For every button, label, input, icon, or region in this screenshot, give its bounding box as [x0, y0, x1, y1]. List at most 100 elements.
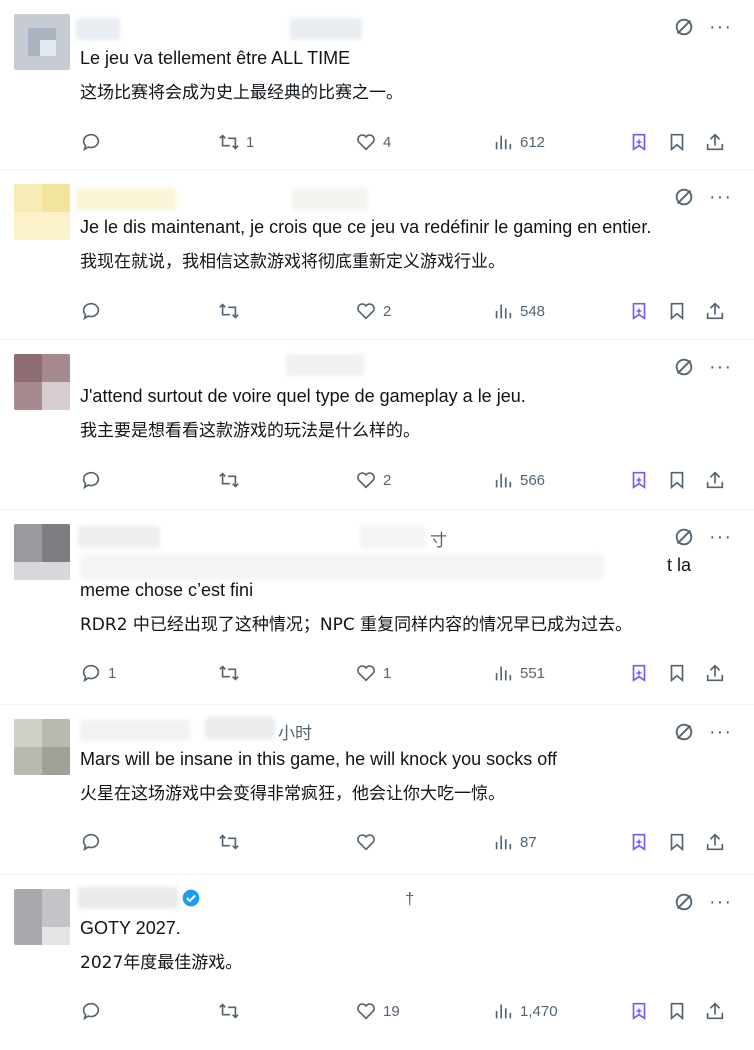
more-icon[interactable]: ···	[709, 356, 732, 378]
grok-analyze-button[interactable]	[628, 831, 650, 853]
username-blurred[interactable]	[78, 887, 178, 909]
tweet[interactable]: 寸 ··· t la meme chose c’est fini RDR2 中已…	[0, 510, 754, 705]
more-icon[interactable]: ···	[709, 16, 732, 38]
reply-button[interactable]	[80, 831, 102, 853]
like-button[interactable]: 2	[355, 300, 391, 322]
share-icon	[706, 833, 724, 851]
grok-analyze-button[interactable]	[628, 662, 650, 684]
tweet-actions: 1 4 612	[80, 131, 730, 157]
avatar[interactable]	[14, 524, 70, 580]
like-button[interactable]	[355, 831, 377, 853]
tweet-actions: 1 1 551	[80, 662, 730, 688]
grok-icon[interactable]	[673, 356, 695, 378]
grok-icon	[632, 471, 646, 489]
reply-button[interactable]	[80, 300, 102, 322]
bookmark-button[interactable]	[666, 469, 688, 491]
like-button[interactable]: 2	[355, 469, 391, 491]
tweet[interactable]: ··· J'attend surtout de voire quel type …	[0, 340, 754, 510]
grok-analyze-button[interactable]	[628, 300, 650, 322]
retweet-button[interactable]	[218, 831, 240, 853]
retweet-icon	[219, 1003, 239, 1019]
reply-button[interactable]	[80, 469, 102, 491]
tweet[interactable]: ··· Le jeu va tellement être ALL TIME 这场…	[0, 0, 754, 170]
grok-analyze-button[interactable]	[628, 469, 650, 491]
reply-icon	[82, 133, 100, 152]
views-icon	[495, 666, 512, 681]
views-button[interactable]: 566	[492, 469, 545, 491]
bookmark-button[interactable]	[666, 831, 688, 853]
retweet-button[interactable]	[218, 1000, 240, 1022]
views-button[interactable]: 1,470	[492, 1000, 558, 1022]
more-icon[interactable]: ···	[709, 526, 732, 548]
grok-icon[interactable]	[673, 526, 695, 548]
like-count: 2	[383, 471, 392, 489]
views-button[interactable]: 612	[492, 131, 545, 153]
avatar[interactable]	[14, 14, 70, 70]
share-icon	[706, 1002, 724, 1020]
reply-icon	[82, 1002, 100, 1021]
retweet-button[interactable]	[218, 662, 240, 684]
retweet-button[interactable]: 1	[218, 131, 254, 153]
reply-button[interactable]	[80, 131, 102, 153]
bookmark-button[interactable]	[666, 662, 688, 684]
retweet-count: 1	[246, 133, 255, 151]
bookmark-button[interactable]	[666, 131, 688, 153]
retweet-button[interactable]	[218, 300, 240, 322]
reply-icon	[82, 471, 100, 490]
grok-analyze-button[interactable]	[628, 1000, 650, 1022]
share-button[interactable]	[704, 662, 726, 684]
grok-icon	[632, 833, 646, 851]
like-button[interactable]: 1	[355, 662, 391, 684]
view-count: 551	[520, 664, 546, 682]
share-button[interactable]	[704, 1000, 726, 1022]
grok-icon[interactable]	[673, 186, 695, 208]
share-icon	[706, 471, 724, 489]
tweet-text-fragment: t la	[667, 555, 692, 575]
like-count: 19	[383, 1002, 400, 1020]
more-icon[interactable]: ···	[709, 186, 732, 208]
retweet-icon	[219, 134, 239, 150]
grok-icon[interactable]	[673, 16, 695, 38]
avatar[interactable]	[14, 889, 70, 945]
avatar[interactable]	[14, 184, 70, 240]
handle-blurred	[286, 354, 364, 376]
username-blurred[interactable]	[76, 188, 176, 210]
reply-button[interactable]: 1	[80, 662, 116, 684]
share-button[interactable]	[704, 831, 726, 853]
username-blurred[interactable]	[78, 526, 160, 548]
like-button[interactable]: 4	[355, 131, 391, 153]
retweet-button[interactable]	[218, 469, 240, 491]
tweet-text: meme chose c’est fini	[80, 580, 254, 600]
tweet[interactable]: 小时 ··· Mars will be insane in this game,…	[0, 705, 754, 875]
views-button[interactable]: 87	[492, 831, 537, 853]
avatar[interactable]	[14, 354, 70, 410]
reply-icon	[82, 833, 100, 852]
share-button[interactable]	[704, 131, 726, 153]
tweet[interactable]: ··· Je le dis maintenant, je crois que c…	[0, 170, 754, 340]
views-button[interactable]: 551	[492, 662, 545, 684]
avatar[interactable]	[14, 719, 70, 775]
views-button[interactable]: 548	[492, 300, 545, 322]
heart-icon	[357, 303, 375, 320]
bookmark-icon	[670, 1002, 684, 1021]
username-blurred[interactable]	[76, 18, 120, 40]
more-icon[interactable]: ···	[709, 891, 732, 913]
share-button[interactable]	[704, 469, 726, 491]
more-icon[interactable]: ···	[709, 721, 732, 743]
view-count: 548	[520, 302, 546, 320]
tweet[interactable]: † ··· GOTY 2027. 2027年度最佳游戏。 19 1,470	[0, 875, 754, 1050]
bookmark-button[interactable]	[666, 1000, 688, 1022]
bookmark-button[interactable]	[666, 300, 688, 322]
username-blurred[interactable]	[80, 719, 190, 741]
grok-analyze-button[interactable]	[628, 131, 650, 153]
tweet-translation: 这场比赛将会成为史上最经典的比赛之一。	[80, 83, 403, 103]
grok-icon[interactable]	[673, 721, 695, 743]
like-button[interactable]: 19	[355, 1000, 400, 1022]
share-button[interactable]	[704, 300, 726, 322]
reply-button[interactable]	[80, 1000, 102, 1022]
heart-icon	[357, 1003, 375, 1020]
timestamp[interactable]: 小时	[278, 719, 312, 744]
tweet-text: Le jeu va tellement être ALL TIME	[80, 48, 351, 68]
bookmark-icon	[670, 664, 684, 683]
grok-icon[interactable]	[673, 891, 695, 913]
